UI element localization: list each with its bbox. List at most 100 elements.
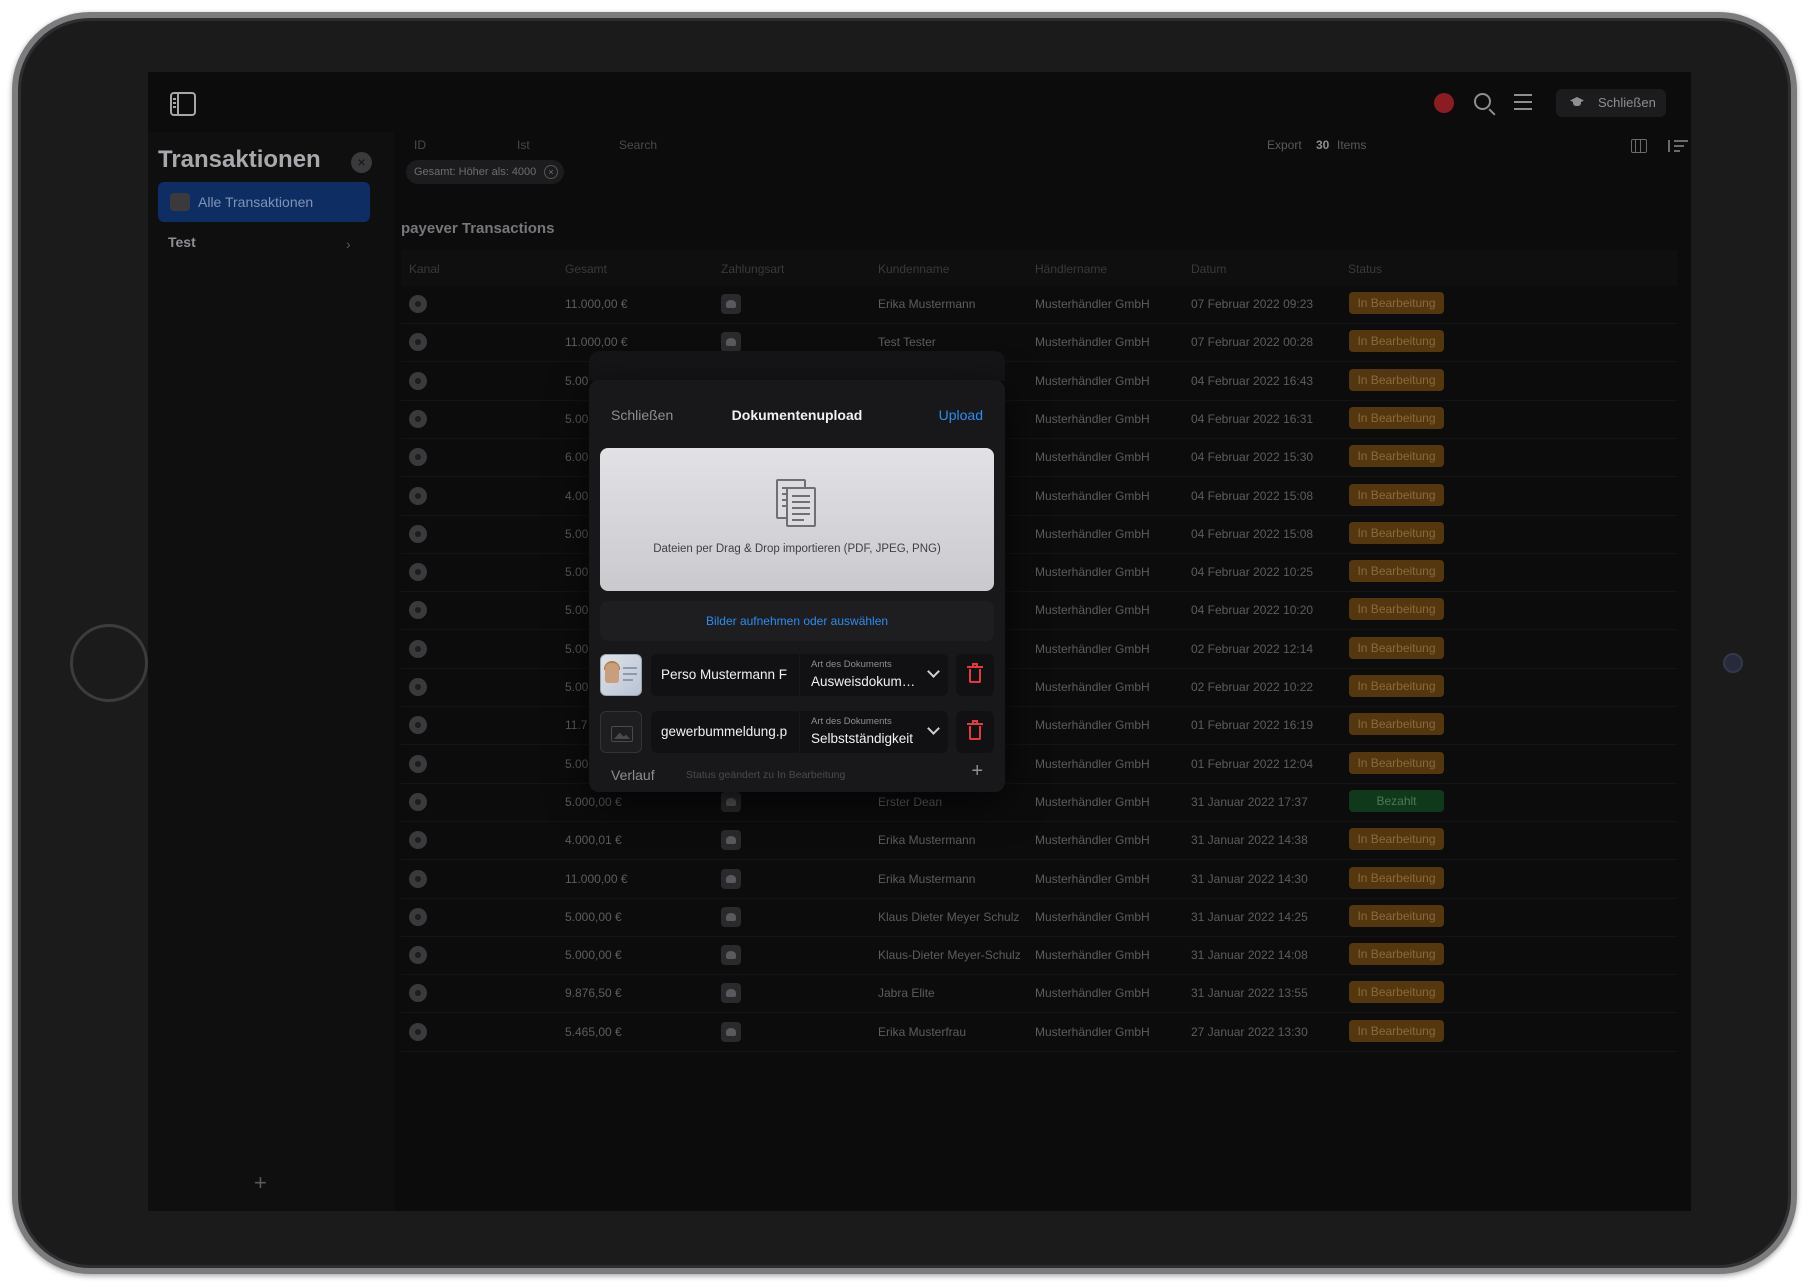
cell-gesamt: 5.00 [565, 680, 589, 694]
search-icon[interactable] [1474, 93, 1491, 110]
file-name-field[interactable]: Perso Mustermann F [651, 654, 799, 696]
cell-kunde: Erika Mustermann [878, 871, 976, 886]
table-row[interactable]: 5.000,00 € Klaus-Dieter Meyer-Schulz Muste… [401, 937, 1677, 976]
add-history-icon[interactable]: + [971, 760, 983, 783]
cell-datum: 31 Januar 2022 14:38 [1191, 833, 1308, 848]
camera-icon [1723, 653, 1743, 673]
filter-chip-label: Gesamt: Höher als: 4000 [414, 166, 537, 178]
chevron-down-icon [927, 722, 940, 735]
add-icon[interactable]: + [254, 1170, 267, 1196]
document-type-select[interactable]: Art des Dokuments Ausweisdokument [800, 654, 948, 696]
table-row[interactable]: 5.465,00 € Erika Musterfrau Musterhändler … [401, 1014, 1677, 1052]
cell-datum: 04 Februar 2022 16:43 [1191, 373, 1314, 388]
cell-gesamt: 5.465,00 € [565, 1024, 622, 1039]
cell-datum: 31 Januar 2022 14:25 [1191, 909, 1308, 924]
sidebar-item-all-transactions[interactable]: Alle Transaktionen [158, 182, 370, 222]
cell-haendler: Musterhändler GmbH [1035, 411, 1150, 426]
columns-icon[interactable] [1631, 139, 1647, 153]
table-row[interactable]: 9.876,50 € Jabra Elite Musterhändler GmbH 3… [401, 975, 1677, 1014]
cell-haendler: Musterhändler GmbH [1035, 450, 1150, 465]
status-badge: In Bearbeitung [1349, 751, 1444, 774]
cell-haendler: Musterhändler GmbH [1035, 565, 1150, 580]
pick-images-button[interactable]: Bilder aufnehmen oder auswählen [600, 601, 994, 641]
document-type-label: Art des Dokuments [811, 716, 892, 727]
table-row[interactable]: 4.000,01 € Erika Mustermann Musterhändler … [401, 822, 1677, 861]
status-badge: In Bearbeitung [1349, 560, 1444, 583]
upload-button[interactable]: Upload [939, 407, 983, 423]
cell-haendler: Musterhändler GmbH [1035, 335, 1150, 350]
payment-method-icon [721, 868, 741, 889]
cell-haendler: Musterhändler GmbH [1035, 833, 1150, 848]
status-badge: In Bearbeitung [1349, 445, 1444, 468]
sidebar-close-icon[interactable]: × [351, 152, 372, 173]
sidebar-toggle-icon[interactable] [170, 92, 196, 116]
cell-datum: 04 Februar 2022 10:25 [1191, 565, 1314, 580]
cell-haendler: Musterhändler GmbH [1035, 948, 1150, 963]
modal-backdrop-card [589, 351, 1005, 381]
cell-kunde: Erika Mustermann [878, 297, 976, 311]
cell-kunde: Klaus Dieter Meyer Schulz [878, 909, 1020, 924]
document-upload-modal: Schließen Dokumentenupload Upload Dateie… [589, 380, 1005, 792]
cell-datum: 01 Februar 2022 16:19 [1191, 718, 1314, 733]
cell-gesamt: 5.000,00 € [565, 794, 622, 809]
drop-zone[interactable]: Dateien per Drag & Drop importieren (PDF… [600, 448, 994, 591]
menu-icon[interactable] [1514, 94, 1532, 110]
cell-gesamt: 5.00 [565, 526, 589, 541]
cell-datum: 31 Januar 2022 14:30 [1191, 871, 1308, 886]
sort-icon[interactable] [1666, 140, 1688, 152]
cell-gesamt: 5.000,00 € [565, 909, 622, 924]
th-kanal[interactable]: Kanal [409, 262, 440, 276]
th-kundenname[interactable]: Kundenname [878, 262, 949, 276]
payment-method-icon [721, 1021, 741, 1042]
th-gesamt[interactable]: Gesamt [565, 262, 607, 276]
document-icon [776, 479, 818, 529]
clear-filter-icon[interactable]: × [544, 165, 558, 179]
filter-chip[interactable]: Gesamt: Höher als: 4000 × [406, 160, 564, 184]
cell-haendler: Musterhändler GmbH [1035, 641, 1150, 656]
th-haendlername[interactable]: Händlername [1035, 262, 1107, 276]
document-type-value: Ausweisdokument [811, 674, 916, 689]
graduation-cap-icon [1570, 97, 1584, 107]
delete-file-button[interactable] [956, 711, 994, 753]
document-type-label: Art des Dokuments [811, 659, 892, 670]
close-app-label: Schließen [1598, 95, 1656, 110]
status-badge: In Bearbeitung [1349, 521, 1444, 544]
status-badge: In Bearbeitung [1349, 406, 1444, 429]
file-name-field[interactable]: gewerbummeldung.p [651, 711, 799, 753]
table-row[interactable]: 11.000,00 € Erika Mustermann Musterhändler… [401, 286, 1677, 324]
close-app-button[interactable]: Schließen [1556, 89, 1666, 117]
table-row[interactable]: 5.000,00 € Klaus Dieter Meyer Schulz Muste… [401, 899, 1677, 937]
cell-gesamt: 5.00 [565, 565, 589, 580]
cell-kunde: Erster Dean [878, 794, 943, 809]
cell-haendler: Musterhändler GmbH [1035, 297, 1150, 311]
avatar[interactable] [1434, 93, 1454, 113]
items-count[interactable]: 30 [1316, 138, 1329, 152]
cell-gesamt: 6.00 [565, 450, 589, 465]
status-badge: In Bearbeitung [1349, 636, 1444, 659]
cell-datum: 04 Februar 2022 15:08 [1191, 526, 1314, 541]
channel-icon [409, 792, 427, 811]
th-datum[interactable]: Datum [1191, 262, 1226, 276]
search-input[interactable]: Search [619, 138, 657, 152]
filter-id[interactable]: ID [414, 138, 426, 152]
sidebar-item-test[interactable]: Test [168, 234, 196, 250]
channel-icon [409, 1022, 427, 1041]
document-type-select[interactable]: Art des Dokuments Selbstständigkeit [800, 711, 948, 753]
th-zahlungsart[interactable]: Zahlungsart [721, 262, 784, 276]
export-button[interactable]: Export [1267, 138, 1302, 152]
table-row[interactable]: 11.000,00 € Erika Mustermann Musterhändler… [401, 861, 1677, 899]
cell-datum: 04 Februar 2022 10:20 [1191, 603, 1314, 618]
file-row: gewerbummeldung.p Art des Dokuments Selb… [600, 711, 994, 753]
cell-haendler: Musterhändler GmbH [1035, 756, 1150, 771]
cell-kunde: Jabra Elite [878, 986, 935, 1001]
home-button[interactable] [70, 624, 148, 702]
status-badge: In Bearbeitung [1349, 866, 1444, 889]
delete-file-button[interactable] [956, 654, 994, 696]
filter-ist[interactable]: Ist [517, 138, 530, 152]
th-status[interactable]: Status [1348, 262, 1382, 276]
cell-kunde: Klaus-Dieter Meyer-Schulz [878, 948, 1021, 963]
status-badge: In Bearbeitung [1349, 368, 1444, 391]
cell-datum: 31 Januar 2022 13:55 [1191, 986, 1308, 1001]
document-type-value: Selbstständigkeit [811, 731, 914, 746]
status-badge: In Bearbeitung [1349, 713, 1444, 736]
